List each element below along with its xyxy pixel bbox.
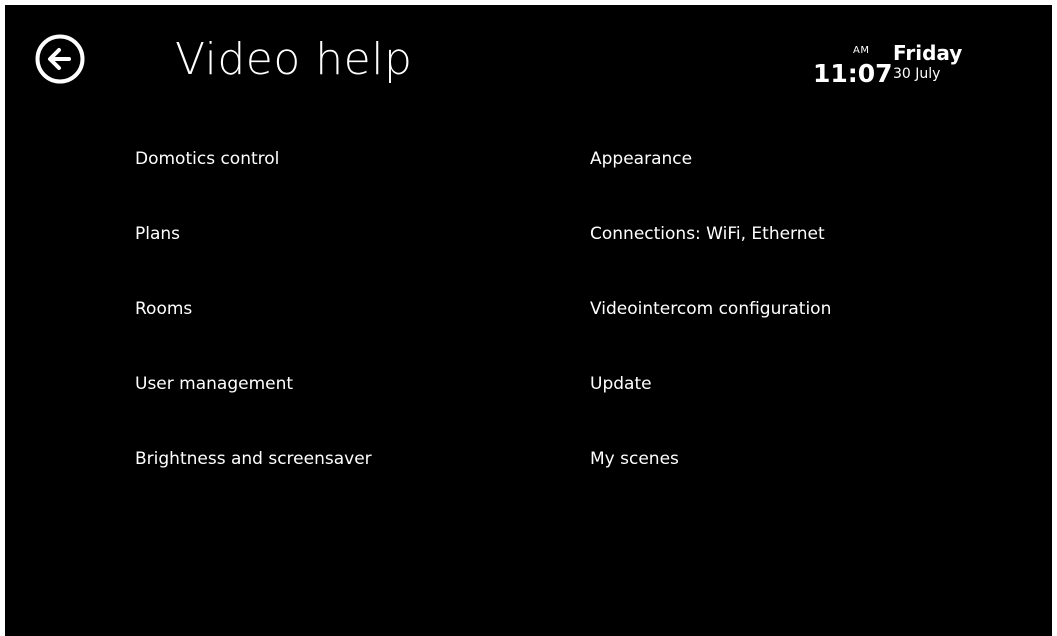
help-topics-left-column: Domotics control Plans Rooms User manage… [135, 147, 372, 522]
help-topic-my-scenes[interactable]: My scenes [590, 447, 831, 522]
help-topics-right-column: Appearance Connections: WiFi, Ethernet V… [590, 147, 831, 522]
help-topic-plans[interactable]: Plans [135, 222, 372, 297]
clock-widget: AM 11:07 Friday 30 July [785, 41, 965, 101]
clock-ampm: AM [853, 45, 870, 56]
help-topic-user-management[interactable]: User management [135, 372, 372, 447]
help-topic-videointercom-configuration[interactable]: Videointercom configuration [590, 297, 831, 372]
page-title: Video help [175, 34, 413, 85]
clock-date: 30 July [893, 66, 941, 82]
help-topic-appearance[interactable]: Appearance [590, 147, 831, 222]
help-topic-domotics-control[interactable]: Domotics control [135, 147, 372, 222]
back-button[interactable] [34, 33, 86, 85]
help-topic-brightness-screensaver[interactable]: Brightness and screensaver [135, 447, 372, 522]
help-topic-rooms[interactable]: Rooms [135, 297, 372, 372]
help-topic-update[interactable]: Update [590, 372, 831, 447]
arrow-left-circle-icon [35, 34, 85, 84]
help-topic-connections[interactable]: Connections: WiFi, Ethernet [590, 222, 831, 297]
clock-time: 11:07 [813, 59, 893, 88]
video-help-screen: Video help AM 11:07 Friday 30 July Domot… [5, 5, 1052, 636]
clock-weekday: Friday [893, 41, 963, 65]
